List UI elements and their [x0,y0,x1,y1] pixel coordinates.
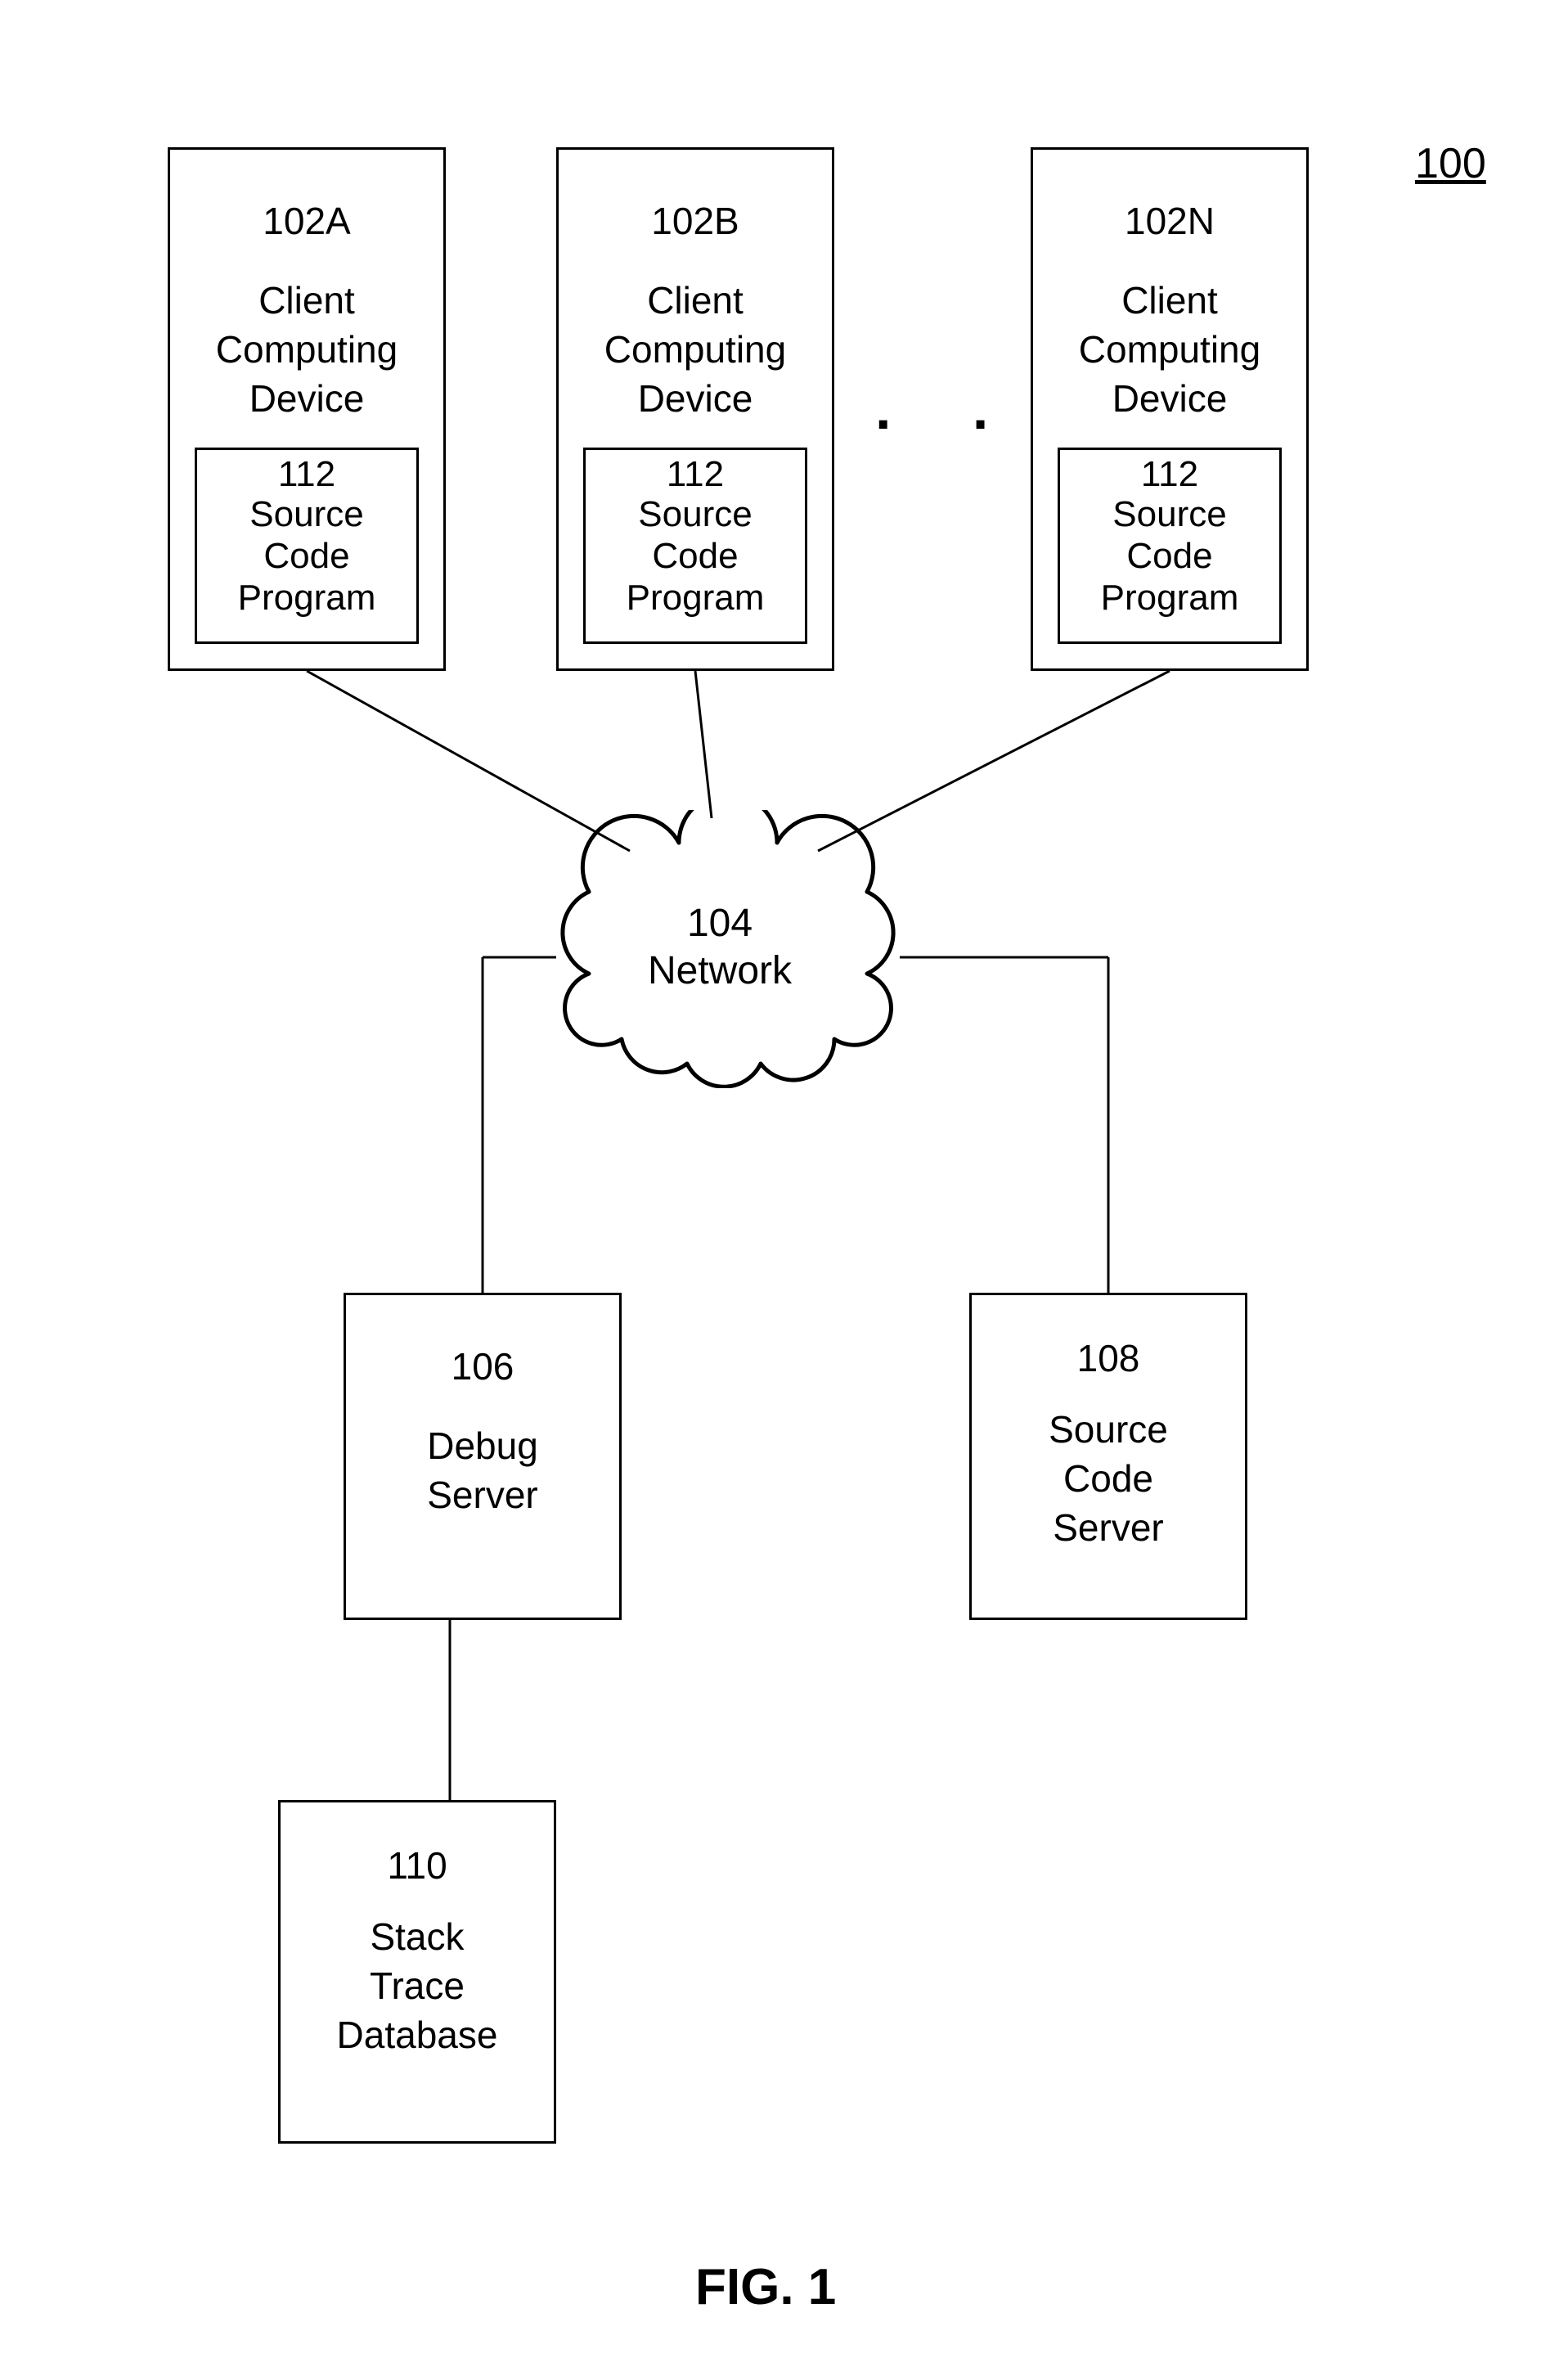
client-n-ref: 102N [1033,199,1306,244]
client-a-label: Client Computing Device [170,277,443,423]
client-n-source-code-program-box: 112 Source Code Program [1058,448,1282,644]
source-code-program-label-b: Source Code Program [586,494,805,619]
system-reference-number: 100 [1415,139,1486,188]
client-b-source-code-program-box: 112 Source Code Program [583,448,807,644]
figure-caption: FIG. 1 [695,2258,836,2316]
client-device-b-box: 102B Client Computing Device 112 Source … [556,147,834,671]
source-code-program-label-n: Source Code Program [1060,494,1279,619]
debug-server-label: Debug Server [346,1422,619,1520]
source-code-program-ref-b: 112 [586,455,805,494]
client-a-ref: 102A [170,199,443,244]
source-code-program-label-a: Source Code Program [197,494,416,619]
debug-server-ref: 106 [346,1344,619,1389]
debug-server-box: 106 Debug Server [344,1293,622,1620]
source-code-program- ref-n: 112 [1060,455,1279,494]
stack-trace-db-label: Stack Trace Database [281,1913,554,2059]
source-code-server-label: Source Code Server [972,1406,1245,1552]
source-code-server-box: 108 Source Code Server [969,1293,1247,1620]
client-device-n-box: 102N Client Computing Device 112 Source … [1031,147,1309,671]
client-b-label: Client Computing Device [559,277,832,423]
client-device-a-box: 102A Client Computing Device 112 Source … [168,147,446,671]
network-label: 104 Network [597,900,842,994]
source-code-program-ref-a: 112 [197,455,416,494]
diagram-canvas: 100 102A Client Computing Device 112 Sou… [0,0,1568,2376]
client-b-ref: 102B [559,199,832,244]
client-a-source-code-program-box: 112 Source Code Program [195,448,419,644]
client-n-label: Client Computing Device [1033,277,1306,423]
stack-trace-db-ref: 110 [281,1843,554,1888]
stack-trace-database-box: 110 Stack Trace Database [278,1800,556,2144]
source-code-server-ref: 108 [972,1336,1245,1381]
